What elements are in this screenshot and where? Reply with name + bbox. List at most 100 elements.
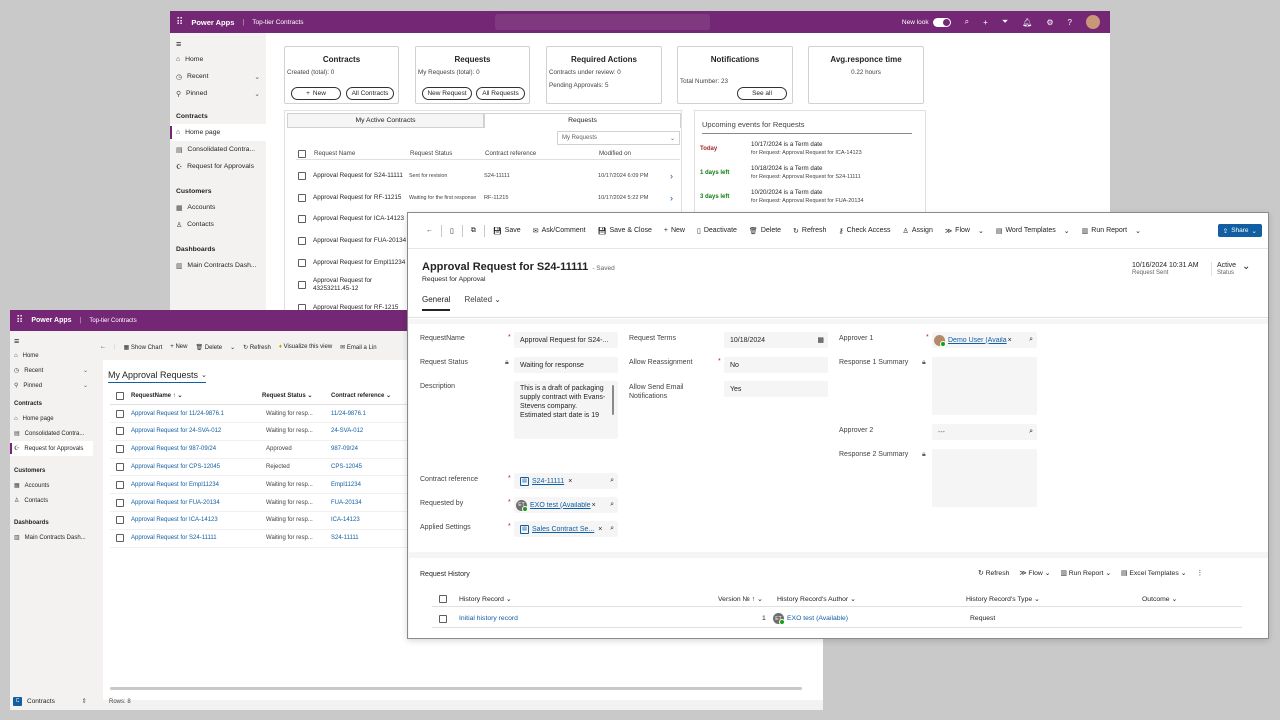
column-header-history-record[interactable]: History Record ⌄ xyxy=(459,595,512,603)
show-chart-button[interactable]: ▦ Show Chart xyxy=(124,344,163,351)
deactivate-button[interactable]: ▯ Deactivate xyxy=(691,227,743,235)
request-name-cell[interactable]: Approval Request for S24-11111 xyxy=(313,172,409,180)
calendar-icon[interactable]: ▦ xyxy=(817,336,824,344)
check-access-button[interactable]: ⚷ Check Access xyxy=(832,227,896,235)
sidebar-item-consolidated[interactable]: ▤ Consolidated Contra... xyxy=(170,141,266,158)
save-button[interactable]: 💾︎ Save xyxy=(487,227,527,235)
select-all-checkbox[interactable] xyxy=(439,594,447,603)
row-checkbox[interactable] xyxy=(298,237,306,245)
sidebar-item-home-page[interactable]: ⌂ Home page xyxy=(170,124,266,141)
row-checkbox[interactable] xyxy=(116,409,124,418)
chevron-down-icon[interactable]: ⌄ xyxy=(254,90,260,98)
applied-settings-lookup[interactable]: ▤ Sales Contract Se... × ⌕ xyxy=(514,521,618,537)
contract-reference-link[interactable]: S24-11111 xyxy=(532,478,564,485)
request-name-cell[interactable]: Approval Request for Empl11234 xyxy=(313,259,409,267)
sidebar-item-main-dashboard[interactable]: ▥ Main Contracts Dash... xyxy=(10,530,93,545)
all-requests-button[interactable]: All Requests xyxy=(476,87,525,100)
sidebar-item-consolidated[interactable]: ▤ Consolidated Contra... xyxy=(10,426,93,441)
visualize-button[interactable]: ♦ Visualize this view xyxy=(279,344,332,350)
sidebar-item-request-approvals[interactable]: ☪ Request for Approvals xyxy=(170,158,266,175)
sidebar-item-contacts[interactable]: ♙ Contacts xyxy=(10,493,93,508)
delete-button[interactable]: 🗑︎ Delete xyxy=(195,344,222,351)
request-name-link[interactable]: Approval Request for ICA-14123 xyxy=(131,517,266,523)
chevron-down-icon[interactable]: ⌄ xyxy=(1242,261,1250,272)
table-row[interactable]: Approval Request for 11/24-9876.1 Waiting… xyxy=(110,405,410,423)
row-checkbox[interactable] xyxy=(298,215,306,223)
contract-ref-link[interactable]: 11/24-9876.1 xyxy=(331,411,366,417)
row-checkbox[interactable] xyxy=(298,194,306,202)
column-header-type[interactable]: History Record's Type ⌄ xyxy=(966,595,1040,603)
contract-ref-link[interactable]: 987-09/24 xyxy=(331,446,358,452)
app-name[interactable]: Power Apps xyxy=(31,317,71,324)
email-link-button[interactable]: ✉ Email a Lin xyxy=(340,344,376,351)
sidebar-item-recent[interactable]: ◷ Recent ⌄ xyxy=(10,363,93,378)
row-checkbox[interactable] xyxy=(298,172,306,180)
remove-icon[interactable]: × xyxy=(568,478,572,485)
delete-button[interactable]: 🗑︎ Delete xyxy=(743,227,787,235)
new-button[interactable]: + New xyxy=(170,344,187,350)
column-header-author[interactable]: History Record's Author ⌄ xyxy=(777,595,856,603)
back-arrow-icon[interactable]: ← xyxy=(420,227,439,234)
view-title[interactable]: My Approval Requests ⌄ xyxy=(108,370,207,380)
record-icon[interactable]: ▯ xyxy=(444,227,460,235)
column-header-request-name[interactable]: Request Name xyxy=(314,150,410,157)
bell-icon[interactable]: 🔔︎ xyxy=(1022,18,1032,27)
requested-by-lookup[interactable]: ET EXO test (Available × ⌕ xyxy=(514,497,618,513)
request-name-cell[interactable]: Approval Request for ICA-14123 xyxy=(313,215,409,223)
description-scrollbar[interactable] xyxy=(612,385,614,415)
sidebar-item-request-approvals[interactable]: ☪ Request for Approvals xyxy=(10,441,93,456)
history-record-link[interactable]: Initial history record xyxy=(459,615,518,622)
search-icon[interactable]: ⌕ xyxy=(610,525,614,533)
applied-settings-link[interactable]: Sales Contract Se... xyxy=(532,526,594,533)
history-author-link[interactable]: EXO test (Available) xyxy=(787,615,848,622)
request-name-link[interactable]: Approval Request for 11/24-9876.1 xyxy=(131,411,266,417)
more-chevron-icon[interactable]: ⌄ xyxy=(230,344,235,351)
row-checkbox[interactable] xyxy=(439,614,447,623)
gear-icon[interactable]: ⚙ xyxy=(1046,18,1053,27)
remove-icon[interactable]: × xyxy=(592,502,596,509)
save-close-button[interactable]: 💾︎ Save & Close xyxy=(592,227,658,235)
approver-1-link[interactable]: Demo User (Availa xyxy=(948,337,1007,344)
help-icon[interactable]: ? xyxy=(1068,18,1072,27)
table-row[interactable]: Approval Request for 24-SVA-012 Waiting f… xyxy=(110,423,410,441)
sidebar-item-home-page[interactable]: ⌂ Home page xyxy=(10,411,93,426)
open-new-window-icon[interactable]: ⧉ xyxy=(465,227,482,235)
column-header-status[interactable]: Request Status ⌄ xyxy=(262,392,331,399)
request-name-link[interactable]: Approval Request for 24-SVA-012 xyxy=(131,428,266,434)
column-header-name[interactable]: RequestName ↑ ⌄ xyxy=(131,392,262,399)
see-all-button[interactable]: See all xyxy=(737,87,787,100)
table-row[interactable]: Approval Request for Empl11234 Waiting fo… xyxy=(110,476,410,495)
avatar[interactable] xyxy=(1086,15,1100,29)
sidebar-collapse-icon[interactable]: ≡ xyxy=(10,334,93,348)
table-row[interactable]: Approval Request for FUA-20134 Waiting fo… xyxy=(110,494,410,512)
row-checkbox[interactable] xyxy=(116,445,124,454)
search-icon[interactable]: ⌕ xyxy=(610,477,614,485)
row-checkbox[interactable] xyxy=(116,516,124,525)
chevron-down-icon[interactable]: ⌄ xyxy=(83,367,88,374)
search-icon[interactable]: ⌕ xyxy=(610,501,614,509)
event-item[interactable]: Today 10/17/2024 is a Term date for Reques… xyxy=(700,140,920,160)
sidebar-item-accounts[interactable]: ▦ Accounts xyxy=(10,478,93,493)
approver-1-lookup[interactable]: Demo User (Availa × ⌕ xyxy=(932,332,1037,348)
contract-ref-link[interactable]: S24-11111 xyxy=(331,535,359,541)
sidebar-item-home[interactable]: ⌂ Home xyxy=(170,51,266,68)
app-name[interactable]: Power Apps xyxy=(191,18,234,27)
subgrid-flow-button[interactable]: ≫ Flow ⌄ xyxy=(1019,569,1050,577)
event-item[interactable]: 3 days left 10/20/2024 is a Term date for … xyxy=(700,188,920,208)
contract-ref-link[interactable]: ICA-14123 xyxy=(331,517,360,523)
chevron-down-icon[interactable]: ⌄ xyxy=(83,382,88,389)
search-icon[interactable]: ⌕ xyxy=(1029,336,1033,344)
contract-ref-link[interactable]: CPS-12045 xyxy=(331,464,362,470)
contract-reference-lookup[interactable]: ▤ S24-11111 × ⌕ xyxy=(514,473,618,489)
description-field[interactable]: This is a draft of packaging supply cont… xyxy=(514,381,618,439)
column-header-request-status[interactable]: Request Status xyxy=(410,150,485,157)
request-name-link[interactable]: Approval Request for Empl11234 xyxy=(131,482,266,488)
header-search-box[interactable] xyxy=(495,14,710,30)
chevron-right-icon[interactable]: › xyxy=(670,171,673,181)
assign-button[interactable]: ♙ Assign xyxy=(897,227,939,235)
subgrid-run-report-button[interactable]: ▥ Run Report ⌄ xyxy=(1060,569,1111,577)
column-header-ref[interactable]: Contract reference ⌄ xyxy=(331,392,391,399)
event-item[interactable]: 1 days left 10/18/2024 is a Term date for … xyxy=(700,164,920,184)
refresh-button[interactable]: ↻ Refresh xyxy=(243,344,271,351)
column-header-version[interactable]: Version № ↑ ⌄ xyxy=(718,595,763,603)
